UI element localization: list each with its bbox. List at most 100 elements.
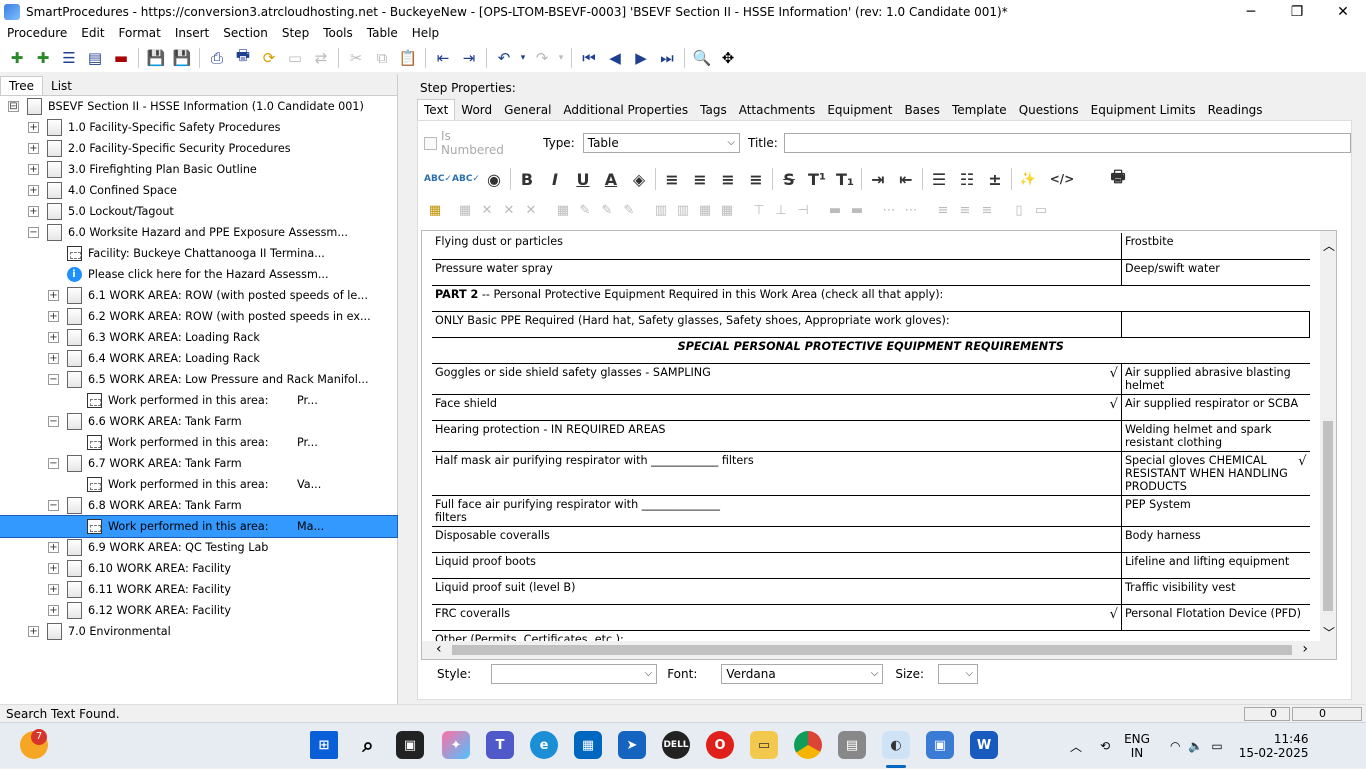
tree-node[interactable]: Work performed in this area: Pr... bbox=[0, 390, 397, 411]
numbered-list-icon[interactable]: ☷ bbox=[953, 166, 981, 192]
copilot-icon[interactable]: ✦ bbox=[442, 731, 470, 759]
italic-icon[interactable]: I bbox=[541, 166, 569, 192]
expand-icon[interactable]: + bbox=[48, 290, 59, 301]
start-icon[interactable]: ⊞ bbox=[310, 731, 338, 759]
strikethrough-icon[interactable]: S bbox=[775, 166, 803, 192]
expand-icon[interactable]: + bbox=[48, 584, 59, 595]
tree-node[interactable]: +5.0 Lockout/Tagout bbox=[0, 201, 397, 222]
bold-icon[interactable]: B bbox=[513, 166, 541, 192]
spellcheck-all-icon[interactable]: ABC✓ bbox=[452, 166, 480, 192]
tree-node[interactable]: − 6.8 WORK AREA: Tank Farm bbox=[0, 495, 397, 516]
network-monitor-icon[interactable]: ⟲ bbox=[1100, 739, 1110, 753]
tab-questions[interactable]: Questions bbox=[1013, 100, 1085, 120]
table-cell[interactable]: Hearing protection - IN REQUIRED AREAS bbox=[432, 420, 1122, 452]
section-header-cell[interactable]: SPECIAL PERSONAL PROTECTIVE EQUIPMENT RE… bbox=[432, 337, 1310, 364]
language-indicator[interactable]: ENG IN bbox=[1124, 732, 1150, 760]
table-cell[interactable]: Flying dust or particles bbox=[432, 233, 1122, 260]
menu-procedure[interactable]: Procedure bbox=[0, 26, 74, 40]
tree-node[interactable]: +3.0 Firefighting Plan Basic Outline bbox=[0, 159, 397, 180]
insert-row-below-icon[interactable]: ⊥ bbox=[770, 199, 792, 221]
table-cell[interactable]: Disposable coveralls bbox=[432, 526, 1122, 553]
delete-column-2-icon[interactable]: ⋯ bbox=[900, 199, 922, 221]
tree-node[interactable]: Facility: Buckeye Chattanooga II Termina… bbox=[0, 243, 397, 264]
html-source-icon[interactable]: </> bbox=[1042, 166, 1082, 192]
magic-wand-icon[interactable]: ✨ bbox=[1014, 166, 1042, 192]
tab-readings[interactable]: Readings bbox=[1202, 100, 1269, 120]
collapse-icon[interactable]: − bbox=[48, 458, 59, 469]
redo-dropdown-icon[interactable]: ▾ bbox=[555, 46, 567, 70]
table-cell[interactable]: Traffic visibility vest bbox=[1121, 578, 1310, 605]
menu-format[interactable]: Format bbox=[112, 26, 168, 40]
tab-word[interactable]: Word bbox=[455, 100, 498, 120]
table-cell[interactable]: FRC coveralls √ bbox=[432, 604, 1122, 631]
cell-edit-icon[interactable]: ✎ bbox=[574, 199, 596, 221]
bullet-list-icon[interactable]: ☰ bbox=[925, 166, 953, 192]
subscript-icon[interactable]: T₁ bbox=[831, 166, 859, 192]
type-select[interactable]: Table ⌵ bbox=[582, 133, 740, 153]
font-color-icon[interactable]: A bbox=[597, 166, 625, 192]
insert-table-icon[interactable]: ▦ bbox=[424, 199, 446, 221]
store-icon[interactable]: ▦ bbox=[574, 731, 602, 759]
insert-column-left-icon[interactable]: ▥ bbox=[650, 199, 672, 221]
tab-tags[interactable]: Tags bbox=[694, 100, 733, 120]
table-cell[interactable]: Deep/swift water bbox=[1121, 259, 1310, 286]
add-step-icon[interactable]: ✚ bbox=[4, 46, 30, 70]
menu-tools[interactable]: Tools bbox=[316, 26, 360, 40]
tree-node[interactable]: +6.3 WORK AREA: Loading Rack bbox=[0, 327, 397, 348]
highlight-icon[interactable]: ◉ bbox=[480, 166, 508, 192]
tree-node[interactable]: +6.12 WORK AREA: Facility bbox=[0, 600, 397, 621]
tab-tree[interactable]: Tree bbox=[0, 76, 44, 95]
tree-node[interactable]: i Please click here for the Hazard Assess… bbox=[0, 264, 397, 285]
tab-text[interactable]: Text bbox=[417, 99, 456, 120]
merge-row-icon[interactable]: ▬ bbox=[824, 199, 846, 221]
cut-icon[interactable]: ✂ bbox=[343, 46, 369, 70]
print-icon[interactable]: 🖶 bbox=[230, 46, 256, 70]
outdent-icon[interactable]: ⇤ bbox=[430, 46, 456, 70]
expand-icon[interactable]: + bbox=[28, 185, 39, 196]
table-cell[interactable]: Air supplied respirator or SCBA bbox=[1121, 394, 1310, 421]
table-cell[interactable]: Lifeline and lifting equipment bbox=[1121, 552, 1310, 579]
tab-general[interactable]: General bbox=[498, 100, 557, 120]
tree-node[interactable]: +6.11 WORK AREA: Facility bbox=[0, 579, 397, 600]
wifi-icon[interactable]: ◠ bbox=[1170, 739, 1180, 753]
underline-icon[interactable]: U bbox=[569, 166, 597, 192]
title-input[interactable] bbox=[783, 133, 1352, 153]
window-icon[interactable]: ▭ bbox=[282, 46, 308, 70]
table-cell[interactable]: Body harness bbox=[1121, 526, 1310, 553]
delete-table-icon[interactable]: ✕ bbox=[476, 199, 498, 221]
tab-template[interactable]: Template bbox=[946, 100, 1013, 120]
file-explorer-icon[interactable]: ▭ bbox=[750, 731, 778, 759]
power-automate-icon[interactable]: ➤ bbox=[618, 731, 646, 759]
collapse-icon[interactable]: − bbox=[48, 416, 59, 427]
minimize-button[interactable]: ─ bbox=[1228, 0, 1274, 23]
scroll-right-icon[interactable]: › bbox=[1302, 641, 1308, 657]
expand-icon[interactable]: + bbox=[48, 353, 59, 364]
tree-node[interactable]: +4.0 Confined Space bbox=[0, 180, 397, 201]
last-step-icon[interactable]: ⏭ bbox=[654, 46, 680, 70]
word-icon[interactable]: W bbox=[970, 731, 998, 759]
collapse-icon[interactable]: − bbox=[48, 374, 59, 385]
table-properties-icon[interactable]: ▦ bbox=[454, 199, 476, 221]
tree-node[interactable]: +6.4 WORK AREA: Loading Rack bbox=[0, 348, 397, 369]
expand-icon[interactable]: + bbox=[48, 542, 59, 553]
menu-step[interactable]: Step bbox=[275, 26, 316, 40]
close-button[interactable]: ✕ bbox=[1320, 0, 1366, 23]
scroll-down-icon[interactable]: ﹀ bbox=[1323, 624, 1335, 641]
collapse-icon[interactable]: − bbox=[48, 500, 59, 511]
tree-node[interactable]: − 6.0 Worksite Hazard and PPE Exposure As… bbox=[0, 222, 397, 243]
task-view-icon[interactable]: ▣ bbox=[396, 731, 424, 759]
expand-icon[interactable]: + bbox=[28, 164, 39, 175]
menu-edit[interactable]: Edit bbox=[74, 26, 111, 40]
copy-icon[interactable]: ⧉ bbox=[369, 46, 395, 70]
tree-node[interactable]: +6.9 WORK AREA: QC Testing Lab bbox=[0, 537, 397, 558]
tree-node[interactable]: − 6.5 WORK AREA: Low Pressure and Rack Ma… bbox=[0, 369, 397, 390]
print-preview-icon[interactable]: 🖶 bbox=[1104, 166, 1132, 192]
align-left-icon[interactable]: ≡ bbox=[658, 166, 686, 192]
insert-column-icon[interactable]: ⋯ bbox=[878, 199, 900, 221]
row-height-icon[interactable]: ▭ bbox=[1030, 199, 1052, 221]
publish-icon[interactable]: ⎙ bbox=[204, 46, 230, 70]
menu-insert[interactable]: Insert bbox=[168, 26, 216, 40]
indent-icon[interactable]: ⇥ bbox=[456, 46, 482, 70]
split-cells-icon[interactable]: ▦ bbox=[716, 199, 738, 221]
fill-color-icon[interactable]: ◈ bbox=[625, 166, 653, 192]
